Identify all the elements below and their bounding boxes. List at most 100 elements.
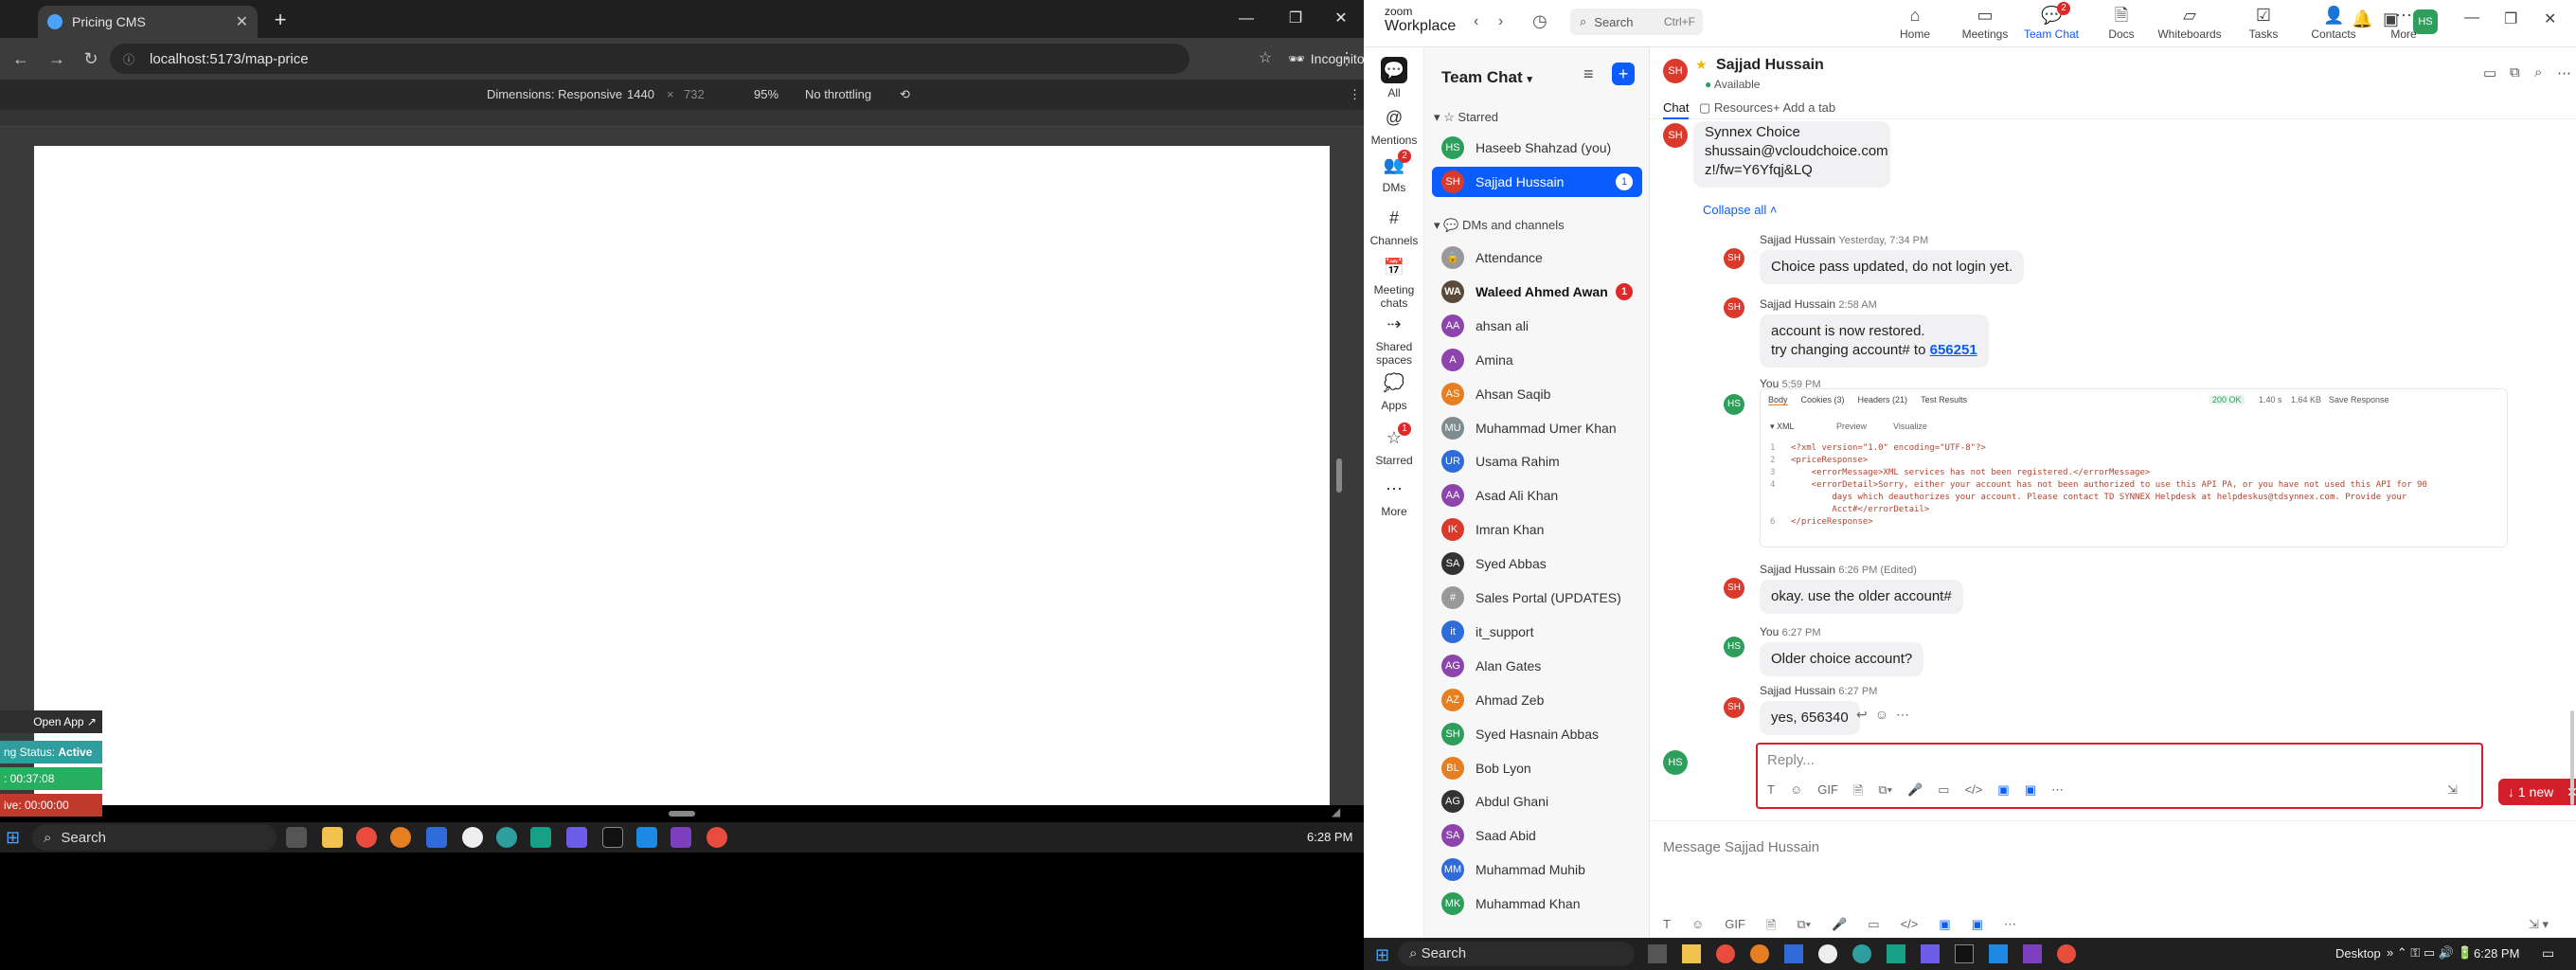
tab-resources[interactable]: ▢ Resources xyxy=(1699,100,1773,116)
video-icon[interactable]: ▭ xyxy=(1938,782,1949,803)
rail-starred[interactable]: ☆ Starred 1 xyxy=(1364,422,1424,467)
nav-whiteboards[interactable]: ▱ Whiteboards xyxy=(2156,4,2224,45)
resize-handle-bottom[interactable] xyxy=(669,811,695,817)
filter-icon[interactable]: ≡ xyxy=(1583,64,1594,84)
code-icon[interactable]: </> xyxy=(1901,917,1919,938)
close-tab-icon[interactable]: ✕ xyxy=(236,12,248,31)
zoom-search[interactable]: ⌕ Search Ctrl+F xyxy=(1570,9,1703,35)
code-icon[interactable]: </> xyxy=(1965,782,1983,803)
app-icon[interactable] xyxy=(1921,944,1940,963)
page-viewport[interactable] xyxy=(34,146,1330,805)
list-item[interactable]: AA ahsan ali xyxy=(1432,311,1642,341)
avatar[interactable]: HS xyxy=(1724,394,1744,415)
send-options-icon[interactable]: ⇲ ▾ xyxy=(2529,917,2549,932)
back-icon[interactable]: ‹ xyxy=(1474,13,1478,30)
list-item[interactable]: MK Muhammad Khan xyxy=(1432,889,1642,919)
reply-box[interactable]: Reply... T ☺ GIF 🗎 ⧉▾ 🎤 ▭ </> ▣ ▣ ⋯ ⇲ xyxy=(1756,743,2483,809)
chrome-menu-icon[interactable]: ⋮ xyxy=(1333,45,1360,72)
list-item[interactable]: SA Saad Abid xyxy=(1432,820,1642,851)
collapse-all-link[interactable]: Collapse all ˄ xyxy=(1703,203,1777,217)
avatar[interactable]: HS xyxy=(1724,637,1744,657)
rail-channels[interactable]: # Channels xyxy=(1364,205,1424,247)
vscode-icon[interactable] xyxy=(1989,944,2008,963)
minimize-icon[interactable]: — xyxy=(2464,9,2479,27)
app-icon[interactable]: ▣ xyxy=(1972,917,1983,938)
devtools-more-icon[interactable]: ⋮ xyxy=(1349,87,1361,102)
list-item[interactable]: SH Sajjad Hussain 1 xyxy=(1432,167,1642,197)
screenshot-icon[interactable]: ⧉▾ xyxy=(1878,782,1892,803)
rail-shared-spaces[interactable]: ⇢ Shared spaces xyxy=(1364,311,1424,367)
list-item[interactable]: AG Abdul Ghani xyxy=(1432,786,1642,817)
list-item[interactable]: UR Usama Rahim xyxy=(1432,446,1642,476)
list-item[interactable]: BL Bob Lyon xyxy=(1432,753,1642,783)
restore-icon[interactable]: ❐ xyxy=(1277,6,1315,32)
nav-tasks[interactable]: ☑ Tasks xyxy=(2229,4,2298,45)
list-item[interactable]: HS Haseeb Shahzad (you) xyxy=(1432,133,1642,163)
minimize-icon[interactable]: — xyxy=(1227,6,1265,32)
app-icon[interactable] xyxy=(1852,944,1871,963)
list-item[interactable]: WA Waleed Ahmed Awan 1 xyxy=(1432,277,1642,307)
screen-share-icon[interactable]: ⧉ xyxy=(2510,64,2520,81)
forward-icon[interactable]: → xyxy=(44,45,70,72)
history-icon[interactable]: ◷ xyxy=(1532,11,1547,31)
tab-chat[interactable]: Chat xyxy=(1663,100,1690,119)
format-icon[interactable]: T xyxy=(1767,782,1775,803)
list-item[interactable]: # Sales Portal (UPDATES) xyxy=(1432,583,1642,613)
rail-meeting-chats[interactable]: 📅 Meeting chats xyxy=(1364,254,1424,310)
browser-tab[interactable]: Pricing CMS ✕ xyxy=(38,6,258,38)
vscode-icon[interactable] xyxy=(636,827,657,848)
list-item[interactable]: AS Ahsan Saqib xyxy=(1432,379,1642,409)
start-icon[interactable]: ⊞ xyxy=(1375,945,1389,965)
format-icon[interactable]: T xyxy=(1663,917,1671,938)
start-icon[interactable]: ⊞ xyxy=(6,828,25,847)
system-tray-icons[interactable]: » ⌃ ⚿ ▭ 🔊 🔋 xyxy=(2387,945,2473,961)
app-icon[interactable] xyxy=(462,827,483,848)
app-icon[interactable] xyxy=(530,827,551,848)
list-item[interactable]: it it_support xyxy=(1432,617,1642,647)
forward-icon[interactable]: › xyxy=(1498,13,1503,30)
chrome-icon[interactable] xyxy=(1716,944,1735,963)
emoji-icon[interactable]: ☺ xyxy=(1790,782,1802,803)
rail-dms[interactable]: 👥 DMs 2 xyxy=(1364,150,1424,194)
video-call-icon[interactable]: ▭ xyxy=(2483,64,2496,81)
viewport-width-input[interactable]: 1440 xyxy=(627,87,654,101)
team-chat-title[interactable]: Team Chat ▾ xyxy=(1441,68,1532,87)
resize-handle-right[interactable] xyxy=(1336,458,1342,493)
app-icon[interactable]: ▣ xyxy=(2025,782,2036,803)
rail-more[interactable]: ⋯ More xyxy=(1364,476,1424,518)
new-tab-button[interactable]: + xyxy=(267,8,294,34)
list-item[interactable]: SH Syed Hasnain Abbas xyxy=(1432,719,1642,749)
terminal-icon[interactable] xyxy=(602,827,623,848)
add-tab-button[interactable]: + Add a tab xyxy=(1773,100,1835,115)
throttling-dropdown[interactable]: No throttling xyxy=(805,87,871,101)
list-item[interactable]: AZ Ahmad Zeb xyxy=(1432,685,1642,715)
desktop-label[interactable]: Desktop xyxy=(2335,946,2381,961)
avatar[interactable]: SH xyxy=(1724,248,1744,269)
onenote-icon[interactable] xyxy=(671,827,691,848)
file-explorer-icon[interactable] xyxy=(1682,944,1701,963)
avatar[interactable]: SH xyxy=(1724,578,1744,599)
list-item[interactable]: SA Syed Abbas xyxy=(1432,548,1642,579)
emoji-icon[interactable]: ☺ xyxy=(1691,917,1704,938)
chrome-icon[interactable] xyxy=(2057,944,2076,963)
attach-icon[interactable]: 🗎 xyxy=(1766,917,1776,938)
app-icon[interactable]: ▣ xyxy=(1997,782,2009,803)
api-response-screenshot[interactable]: Body Cookies (3) Headers (21) Test Resul… xyxy=(1760,388,2508,548)
nav-docs[interactable]: 🗎 Docs xyxy=(2087,4,2156,45)
contact-name[interactable]: Sajjad Hussain xyxy=(1716,57,1824,74)
new-chat-button[interactable]: + xyxy=(1612,63,1635,85)
rotate-icon[interactable]: ⟲ xyxy=(900,87,910,102)
list-item[interactable]: MU Muhammad Umer Khan xyxy=(1432,413,1642,443)
list-item[interactable]: 🔒 Attendance xyxy=(1432,242,1642,273)
app-icon[interactable] xyxy=(1887,944,1905,963)
onenote-icon[interactable] xyxy=(2023,944,2042,963)
list-item[interactable]: MM Muhammad Muhib xyxy=(1432,854,1642,885)
reply-icon[interactable]: ↩ xyxy=(1856,707,1875,722)
message-input[interactable]: Message Sajjad Hussain xyxy=(1663,839,1819,855)
more-icon[interactable]: ⋯ xyxy=(2004,917,2016,938)
terminal-icon[interactable] xyxy=(1955,944,1974,963)
close-window-icon[interactable]: ✕ xyxy=(2544,9,2556,28)
site-info-icon[interactable]: ⓘ xyxy=(123,51,138,66)
scrollbar[interactable] xyxy=(2570,710,2574,805)
gif-icon[interactable]: GIF xyxy=(1725,917,1745,938)
